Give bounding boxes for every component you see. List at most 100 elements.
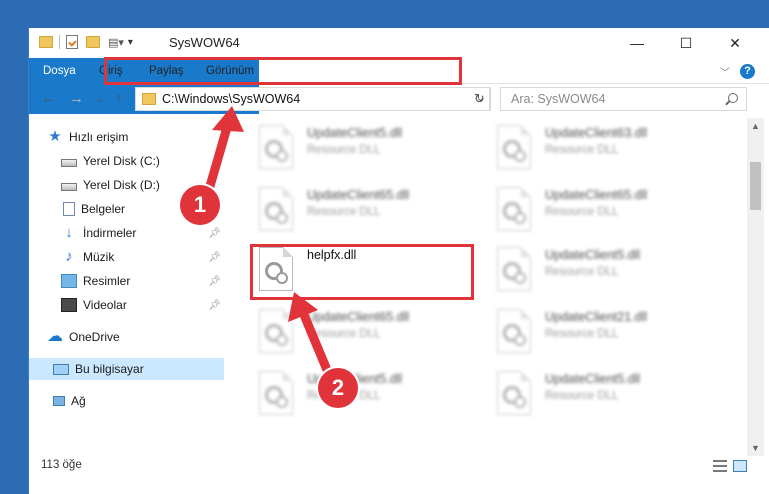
computer-icon [53, 363, 69, 375]
sidebar-item-pictures[interactable]: Resimler 📌︎ [29, 270, 224, 292]
file-item[interactable]: UpdateClient65.dll Resource DLL [249, 306, 479, 362]
properties-icon[interactable] [66, 35, 78, 49]
help-icon[interactable]: ? [740, 64, 755, 79]
file-type: Resource DLL [307, 328, 381, 340]
cloud-icon: ☁ [47, 328, 63, 345]
pin-icon[interactable]: 📌︎ [208, 276, 221, 287]
file-name: UpdateClient5.dll [545, 372, 641, 386]
callout-badge-2: 2 [318, 368, 358, 408]
sidebar-item-label: Hızlı erişim [69, 130, 129, 144]
pin-icon[interactable]: 📌︎ [208, 252, 221, 263]
file-item[interactable]: UpdateClient21.dll Resource DLL [487, 306, 717, 362]
sidebar-item-label: Yerel Disk (D:) [83, 178, 160, 192]
callout-badge-1: 1 [180, 185, 220, 225]
video-icon [61, 298, 77, 312]
file-name: UpdateClient21.dll [545, 310, 648, 324]
navigation-bar: ← → ⌄ ↑ C:\Windows\SysWOW64 ⌄ ↻ Ara: Sys… [29, 84, 769, 114]
file-highlight [250, 244, 474, 300]
pin-icon[interactable]: 📌︎ [208, 228, 221, 239]
sidebar-item-network[interactable]: Ağ [29, 390, 224, 412]
new-folder-icon[interactable] [86, 36, 100, 48]
sidebar-item-this-pc[interactable]: Bu bilgisayar [29, 358, 224, 380]
address-bar-highlight [104, 57, 462, 85]
download-icon: ↓ [65, 224, 73, 241]
expand-ribbon-icon[interactable]: ﹀ [720, 64, 730, 79]
scroll-up-icon[interactable]: ▲ [747, 118, 764, 134]
sidebar-item-label: OneDrive [69, 330, 120, 344]
toolbar-divider [59, 35, 60, 49]
scrollbar-thumb[interactable] [750, 162, 761, 210]
file-type: Resource DLL [545, 266, 619, 278]
vertical-scrollbar[interactable]: ▲ ▼ [747, 118, 764, 456]
sidebar-item-videos[interactable]: Videolar 📌︎ [29, 294, 224, 316]
file-item[interactable]: UpdateClient63.dll Resource DLL [487, 122, 717, 178]
maximize-button[interactable]: ☐ [663, 28, 709, 58]
forward-arrow-icon[interactable]: → [69, 90, 84, 107]
file-item[interactable]: UpdateClient65.dll Resource DLL [487, 184, 717, 240]
sidebar-item-label: İndirmeler [83, 226, 137, 240]
file-name: UpdateClient65.dll [307, 188, 410, 202]
sidebar-item-downloads[interactable]: ↓ İndirmeler 📌︎ [29, 222, 224, 244]
large-icons-view-icon[interactable] [733, 460, 747, 472]
up-arrow-icon[interactable]: ↑ [115, 90, 123, 107]
folder-icon [142, 93, 156, 105]
scroll-down-icon[interactable]: ▼ [747, 440, 764, 456]
window-title: SysWOW64 [169, 35, 240, 50]
file-name: UpdateClient5.dll [307, 126, 403, 140]
dll-file-icon [259, 125, 293, 169]
dll-file-icon [497, 371, 531, 415]
sidebar-item-quick-access[interactable]: ★ Hızlı erişim [29, 126, 224, 148]
file-item[interactable]: UpdateClient5.dll Resource DLL [487, 368, 717, 424]
file-name: UpdateClient65.dll [307, 310, 410, 324]
file-type: Resource DLL [545, 144, 619, 156]
search-input[interactable]: Ara: SysWOW64 [500, 87, 747, 111]
item-count: 113 öğe [41, 459, 82, 471]
search-placeholder: Ara: SysWOW64 [511, 92, 606, 106]
network-icon [53, 396, 65, 406]
sidebar-item-label: Belgeler [81, 202, 126, 216]
pin-icon[interactable]: 📌︎ [208, 300, 221, 311]
address-bar[interactable]: C:\Windows\SysWOW64 ⌄ [135, 87, 490, 111]
star-icon: ★ [48, 128, 62, 145]
sidebar-item-label: Resimler [83, 274, 131, 288]
dll-file-icon [497, 309, 531, 353]
status-bar: 113 öğe [29, 456, 769, 478]
drive-icon [61, 158, 77, 167]
pictures-icon [61, 274, 77, 288]
file-type: Resource DLL [307, 144, 381, 156]
sidebar-item-label: Ağ [71, 394, 86, 408]
drive-icon [61, 182, 77, 191]
dll-file-icon [497, 247, 531, 291]
file-type: Resource DLL [545, 328, 619, 340]
dll-file-icon [259, 371, 293, 415]
file-item[interactable]: UpdateClient5.dll Resource DLL [249, 122, 479, 178]
details-view-icon[interactable] [713, 460, 727, 472]
sidebar-item-label: Yerel Disk (C:) [83, 154, 160, 168]
sidebar-item-label: Bu bilgisayar [75, 362, 144, 376]
recent-locations-chevron-icon[interactable]: ⌄ [95, 94, 103, 105]
search-icon[interactable] [728, 93, 738, 103]
toolbar-dropdown-icon[interactable]: ▾ [128, 37, 133, 48]
dll-file-icon [259, 187, 293, 231]
file-name: UpdateClient63.dll [545, 126, 648, 140]
customize-toolbar-icon[interactable]: ▤▾ [108, 36, 124, 49]
file-item[interactable]: UpdateClient5.dll Resource DLL [487, 244, 717, 300]
sidebar-item-onedrive[interactable]: ☁ OneDrive [29, 326, 224, 348]
folder-icon[interactable] [39, 36, 53, 48]
sidebar-item-disk-c[interactable]: Yerel Disk (C:) [29, 150, 224, 172]
minimize-button[interactable]: — [614, 28, 660, 58]
refresh-icon[interactable]: ↻ [469, 87, 491, 111]
file-item[interactable]: UpdateClient5.dll Resource DLL [249, 368, 479, 424]
file-type: Resource DLL [307, 206, 381, 218]
file-item[interactable]: UpdateClient65.dll Resource DLL [249, 184, 479, 240]
address-path[interactable]: C:\Windows\SysWOW64 [162, 92, 300, 106]
sidebar-item-music[interactable]: ♪ Müzik 📌︎ [29, 246, 224, 268]
dll-file-icon [497, 187, 531, 231]
dll-file-icon [259, 309, 293, 353]
music-icon: ♪ [65, 248, 73, 265]
back-arrow-icon[interactable]: ← [41, 90, 56, 107]
file-type: Resource DLL [545, 206, 619, 218]
close-button[interactable]: ✕ [712, 28, 758, 58]
file-name: UpdateClient5.dll [545, 248, 641, 262]
quick-access-toolbar: ▤▾ ▾ [39, 35, 133, 49]
